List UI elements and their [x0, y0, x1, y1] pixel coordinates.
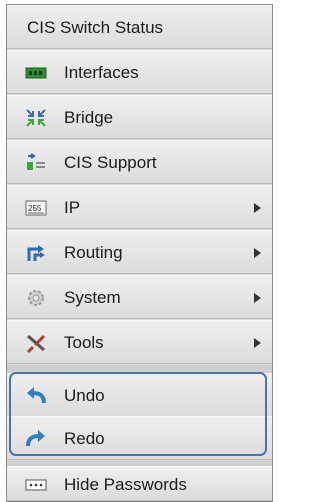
menu-item-routing[interactable]: Routing: [7, 230, 272, 274]
svg-text:255: 255: [28, 204, 42, 213]
menu-item-label: Undo: [64, 386, 105, 405]
menu-item-label: CIS Support: [64, 153, 157, 172]
ip-icon: 255: [25, 198, 47, 218]
menu-separator: [7, 365, 272, 373]
menu-item-cis-switch-status[interactable]: CIS Switch Status: [7, 5, 272, 49]
cis-support-icon: [25, 153, 47, 173]
redo-icon: [25, 429, 47, 449]
menu-item-redo[interactable]: Redo: [7, 416, 272, 460]
menu-item-tools[interactable]: Tools: [7, 320, 272, 364]
menu-item-interfaces[interactable]: Interfaces: [7, 50, 272, 94]
submenu-arrow-icon: [252, 200, 262, 214]
routing-icon: [25, 243, 47, 263]
menu-item-undo[interactable]: Undo: [7, 373, 272, 417]
menu-item-system[interactable]: System: [7, 275, 272, 319]
interfaces-icon: [25, 63, 47, 83]
system-icon: [25, 288, 47, 308]
side-menu: CIS Switch Status Interfaces Bridge CIS …: [6, 4, 273, 502]
menu-item-label: Redo: [64, 429, 105, 448]
tools-icon: [25, 333, 47, 354]
submenu-arrow-icon: [252, 290, 262, 304]
submenu-arrow-icon: [252, 335, 262, 349]
bridge-icon: [25, 108, 47, 128]
menu-item-label: System: [64, 288, 121, 307]
menu-item-label: Hide Passwords: [64, 475, 187, 494]
menu-item-bridge[interactable]: Bridge: [7, 95, 272, 139]
menu-item-label: Bridge: [64, 108, 114, 127]
menu-item-label: CIS Switch Status: [27, 18, 164, 37]
menu-item-label: Tools: [64, 333, 104, 352]
menu-item-ip[interactable]: 255 IP: [7, 185, 272, 229]
menu-item-cis-support[interactable]: CIS Support: [7, 140, 272, 184]
menu-item-hide-passwords[interactable]: Hide Passwords: [7, 466, 272, 501]
menu-item-label: Interfaces: [64, 63, 139, 82]
undo-icon: [25, 386, 47, 406]
menu-item-label: Routing: [64, 243, 123, 262]
menu-item-label: IP: [64, 198, 81, 217]
hide-passwords-icon: [25, 475, 47, 495]
submenu-arrow-icon: [252, 245, 262, 259]
